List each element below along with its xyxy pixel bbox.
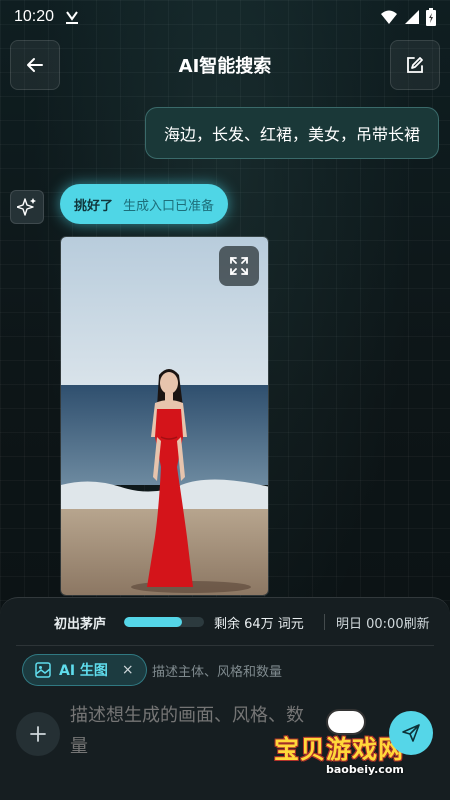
ai-status-subtext: 生成入口已准备 (123, 198, 215, 214)
quota-progress-bar (124, 617, 204, 627)
user-message-text: 海边，长发、红裙，美女，吊带长裙 (163, 125, 420, 144)
ai-image-mode-chip[interactable]: AI 生图 × (22, 654, 147, 686)
add-attachment-button[interactable] (16, 712, 60, 756)
quota-remaining: 剩余 64万 词元 (214, 616, 304, 632)
sparkle-icon (17, 198, 36, 216)
edit-icon (407, 57, 423, 73)
download-icon (66, 11, 79, 24)
battery-icon (426, 8, 436, 26)
ai-status-text: 挑好了 (74, 198, 114, 214)
generated-image[interactable] (60, 236, 269, 596)
beach-photo (61, 237, 268, 595)
signal-icon (405, 10, 419, 24)
expand-icon (230, 257, 248, 275)
quota-refresh-time: 明日 00:00刷新 (336, 616, 430, 632)
status-time: 10:20 (14, 8, 55, 25)
send-icon (402, 724, 420, 742)
watermark-text: 宝贝游戏网 (274, 735, 405, 764)
status-bar: 10:20 (0, 0, 450, 34)
user-message-bubble: 海边，长发、红裙，美女，吊带长裙 (144, 107, 439, 159)
edit-button[interactable] (390, 40, 440, 90)
ai-status-bubble: 挑好了 生成入口已准备 (60, 184, 229, 224)
expand-button[interactable] (219, 246, 259, 286)
panel-divider (16, 645, 434, 646)
chip-close-button[interactable]: × (122, 662, 134, 678)
quota-row: 初出茅庐 剩余 64万 词元 明日 00:00刷新 (0, 610, 450, 634)
wifi-icon (381, 10, 397, 24)
watermark-url: baobeiy.com (326, 763, 404, 776)
ai-avatar (10, 190, 44, 224)
quota-progress-fill (124, 617, 182, 627)
chip-label: AI 生图 (59, 663, 108, 679)
image-icon (35, 662, 51, 678)
plus-icon (30, 726, 46, 742)
page-title: AI智能搜索 (178, 56, 272, 77)
level-label: 初出茅庐 (54, 616, 107, 632)
send-button[interactable] (389, 711, 433, 755)
mode-hint: 描述主体、风格和数量 (152, 665, 283, 680)
quota-divider (324, 614, 325, 630)
